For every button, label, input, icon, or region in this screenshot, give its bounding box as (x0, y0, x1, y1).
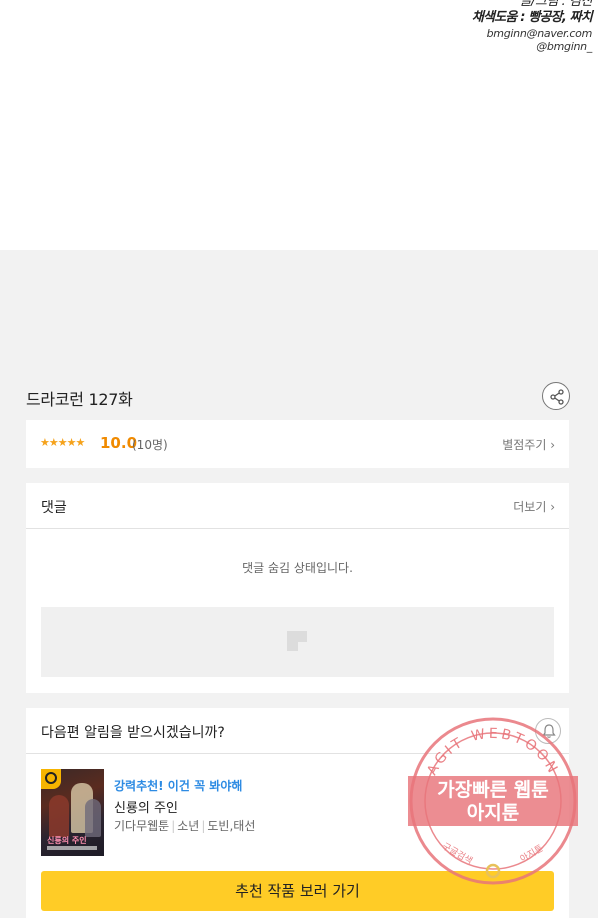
go-to-recommendation-button[interactable]: 추천 작품 보러 가기 (41, 871, 554, 911)
next-episode-card: 다음편 알림을 받으시겠습니까? 신룡의 주인 강력추천! 이건 꼭 봐야해 신… (26, 708, 569, 918)
webtoon-image-bottom: 글/그림 : 김진 채색도움 : 빵공장, 짜치 bmginn@naver.co… (0, 0, 598, 250)
notify-title: 다음편 알림을 받으시겠습니까? (41, 725, 225, 741)
rate-button[interactable]: 별점주기 › (502, 436, 555, 453)
thumbnail-title: 신룡의 주인 (47, 836, 87, 845)
author-credits: 글/그림 : 김진 채색도움 : 빵공장, 짜치 bmginn@naver.co… (471, 0, 593, 53)
notify-bell-button[interactable] (535, 718, 561, 744)
ad-banner[interactable] (41, 607, 554, 677)
recommendation-tag: 강력추천! 이건 꼭 봐야해 (114, 779, 243, 793)
wait-free-clock-icon (41, 769, 61, 789)
recommendation-type: 기다무웹툰 (114, 819, 170, 833)
episode-title: 드라코런 127화 (26, 390, 133, 409)
comments-title: 댓글 (41, 500, 67, 516)
credit-author: 글/그림 : 김진 (519, 0, 593, 9)
recommendation-thumbnail[interactable]: 신룡의 주인 (41, 769, 104, 856)
recommendation-meta: 기다무웹툰 | 소년 | 도빈,태선 (114, 819, 256, 833)
thumbnail-figure (49, 795, 69, 837)
credit-coloring: 채색도움 : 빵공장, 짜치 (471, 10, 593, 25)
rating-card: ★★★★★ 10.0 (10명) 별점주기 › (26, 420, 569, 468)
share-icon (550, 389, 564, 405)
comments-header: 댓글 더보기 › (26, 483, 569, 529)
comments-card: 댓글 더보기 › 댓글 숨김 상태입니다. (26, 483, 569, 693)
recommendation-title[interactable]: 신룡의 주인 (114, 797, 178, 816)
bell-icon (542, 724, 556, 738)
credit-handle: @bmginn_ (536, 40, 592, 53)
rating-count: (10명) (132, 438, 168, 452)
recommendation-genre: 소년 (177, 819, 200, 833)
thumbnail-subtitle-bar (47, 846, 97, 850)
episode-header: 드라코런 127화 (26, 382, 570, 410)
recommendation-authors: 도빈,태선 (207, 819, 256, 833)
comments-hidden-message: 댓글 숨김 상태입니다. (242, 561, 353, 575)
comments-more-link[interactable]: 더보기 › (513, 498, 555, 515)
notify-header: 다음편 알림을 받으시겠습니까? (26, 708, 569, 754)
ad-placeholder-icon (287, 631, 307, 651)
credit-email: bmginn@naver.com (486, 27, 593, 40)
recommendation-item[interactable]: 신룡의 주인 강력추천! 이건 꼭 봐야해 신룡의 주인 기다무웹툰 | 소년 | 도빈… (41, 769, 541, 857)
star-rating-icon: ★★★★★ (40, 436, 85, 449)
share-button[interactable] (542, 382, 570, 410)
thumbnail-figure (85, 799, 101, 837)
